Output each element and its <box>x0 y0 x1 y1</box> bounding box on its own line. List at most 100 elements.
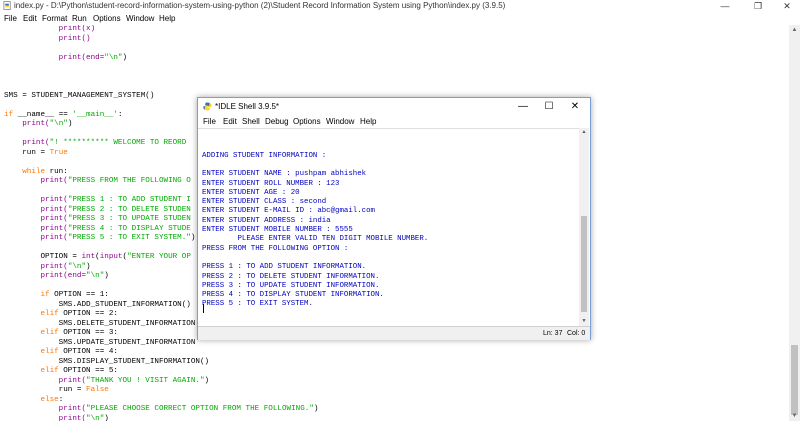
code-token: SMS.DISPLAY_STUDENT_INFORMATION() <box>4 357 210 366</box>
scroll-up-arrow-icon[interactable]: ▲ <box>579 128 589 137</box>
code-token: SMS.ADD_STUDENT_INFORMATION() <box>4 300 191 309</box>
scroll-down-arrow-icon[interactable]: ▼ <box>789 411 800 421</box>
scroll-down-arrow-icon[interactable]: ▼ <box>579 317 589 326</box>
code-line: print("PRESS FROM THE FOLLOWING O <box>4 177 191 187</box>
shell-menubar: File Edit Shell Debug Options Window Hel… <box>198 115 590 128</box>
shell-menu-shell[interactable]: Shell <box>242 115 260 128</box>
shell-status-bar: Ln: 37 Col: 0 <box>198 326 590 340</box>
code-token: SMS.DELETE_STUDENT_INFORMATION <box>4 319 196 328</box>
code-token: : <box>117 110 123 119</box>
editor-menubar: File Edit Format Run Options Window Help <box>0 12 800 25</box>
restore-button[interactable]: ❐ <box>743 0 773 12</box>
menu-edit[interactable]: Edit <box>23 12 37 25</box>
menu-format[interactable]: Format <box>42 12 67 25</box>
shell-menu-window[interactable]: Window <box>326 115 354 128</box>
minimize-button[interactable]: — <box>710 0 740 12</box>
close-button[interactable]: ✕ <box>772 0 800 12</box>
menu-help[interactable]: Help <box>159 12 175 25</box>
code-token: OPTION = <box>4 253 82 261</box>
code-token: "PRESS 3 : TO UPDATE STUDEN <box>67 215 191 223</box>
code-token: print( <box>4 205 68 214</box>
code-line: print("\n") <box>4 120 72 130</box>
code-line: SMS.DISPLAY_STUDENT_INFORMATION() <box>4 358 209 368</box>
code-token: "\n" <box>104 53 123 62</box>
code-line: SMS = STUDENT_MANAGEMENT_SYSTEM() <box>4 92 154 102</box>
code-token: if <box>4 291 50 299</box>
shell-output-line: ENTER STUDENT ADDRESS : india <box>202 216 331 225</box>
editor-scroll-thumb[interactable] <box>791 345 798 415</box>
code-line: OPTION = int(input("ENTER YOUR OP <box>4 253 190 263</box>
code-token: print(end= <box>4 272 87 280</box>
menu-run[interactable]: Run <box>72 12 87 25</box>
scroll-up-arrow-icon[interactable]: ▲ <box>789 25 800 35</box>
shell-output-line: ENTER STUDENT E-MAIL ID : abc@gmail.com <box>202 207 375 216</box>
code-token: __name__ == <box>13 110 73 119</box>
code-token: "\n" <box>49 120 68 128</box>
status-column-number: Col: 0 <box>567 330 586 337</box>
code-token: print( <box>4 376 87 385</box>
python-icon <box>203 102 212 111</box>
code-token: elif <box>4 329 59 337</box>
shell-output-line: PLEASE ENTER VALID TEN DIGIT MOBILE NUMB… <box>202 235 429 244</box>
code-token: "PRESS 4 : TO DISPLAY STUDE <box>67 224 191 233</box>
shell-menu-debug[interactable]: Debug <box>265 115 289 128</box>
code-token: int <box>81 253 96 261</box>
shell-minimize-button[interactable]: — <box>510 98 536 115</box>
shell-output-area[interactable]: ADDING STUDENT INFORMATION : ENTER STUDEN… <box>198 128 579 327</box>
code-token: "PRESS FROM THE FOLLOWING O <box>67 177 191 185</box>
code-line: print(end="\n") <box>4 272 108 282</box>
code-token: "PLEASE CHOOSE CORRECT OPTION FROM THE F… <box>86 405 314 413</box>
code-token: elif <box>4 310 59 318</box>
shell-maximize-button[interactable]: ☐ <box>536 98 562 115</box>
code-token: print( <box>4 405 87 413</box>
code-token: "PRESS 2 : TO DELETE STUDEN <box>67 205 191 214</box>
editor-scrollbar[interactable]: ▲ ▼ <box>789 25 800 421</box>
code-token: run = <box>4 148 50 157</box>
code-line: print("\n") <box>4 415 109 421</box>
shell-scroll-thumb[interactable] <box>581 216 587 312</box>
code-token: run = <box>4 386 87 394</box>
menu-options[interactable]: Options <box>93 12 121 25</box>
code-token: OPTION == 5: <box>58 367 118 375</box>
code-token: "\n" <box>67 262 87 271</box>
code-token: OPTION == 4: <box>58 348 118 356</box>
code-token: ) <box>67 120 73 128</box>
code-token: else <box>4 395 59 404</box>
menu-file[interactable]: File <box>4 12 17 25</box>
code-token: "! ********** WELCOME TO REORD <box>49 139 191 147</box>
code-token: elif <box>4 348 59 356</box>
code-token: print(x) <box>4 25 96 33</box>
code-token: print( <box>4 224 68 233</box>
code-token: print( <box>4 215 68 223</box>
code-token: while <box>4 167 46 176</box>
code-token: "PRESS 5 : TO EXIT SYSTEM." <box>67 234 191 242</box>
python-file-icon <box>3 1 11 10</box>
code-token: print( <box>4 120 50 128</box>
shell-titlebar[interactable]: *IDLE Shell 3.9.5* — ☐ ✕ <box>198 98 590 115</box>
shell-menu-help[interactable]: Help <box>360 115 376 128</box>
code-token: OPTION == 2: <box>58 310 118 318</box>
code-token: elif <box>4 367 59 375</box>
code-token: ) <box>204 376 210 385</box>
shell-output-line: ENTER STUDENT ROLL NUMBER : 123 <box>202 179 340 188</box>
menu-window[interactable]: Window <box>126 12 154 25</box>
shell-title: *IDLE Shell 3.9.5* <box>215 102 280 111</box>
editor-titlebar[interactable]: index.py - D:\Python\student-record-info… <box>0 0 800 12</box>
code-token: ) <box>104 414 109 421</box>
code-line: print("PRESS 1 : TO ADD STUDENT I <box>4 196 190 206</box>
shell-scrollbar[interactable]: ▲ ▼ <box>579 128 589 326</box>
code-line: run = False <box>4 386 109 396</box>
editor-title: index.py - D:\Python\student-record-info… <box>14 1 506 10</box>
shell-close-button[interactable]: ✕ <box>562 98 588 115</box>
shell-output-line: PRESS 5 : TO EXIT SYSTEM. <box>202 300 313 309</box>
code-line: if OPTION == 1: <box>4 291 108 301</box>
shell-menu-file[interactable]: File <box>203 115 216 128</box>
shell-output-line: PRESS FROM THE FOLLOWING OPTION : <box>202 244 349 253</box>
code-line: elif OPTION == 2: <box>4 310 118 320</box>
shell-output-line: ENTER STUDENT MOBILE NUMBER : 5555 <box>202 226 353 234</box>
shell-menu-options[interactable]: Options <box>293 115 321 128</box>
shell-menu-edit[interactable]: Edit <box>223 115 237 128</box>
code-token: SMS = STUDENT_MANAGEMENT_SYSTEM() <box>4 91 155 100</box>
code-line: run = True <box>4 149 68 159</box>
status-line-number: Ln: 37 <box>543 330 563 337</box>
